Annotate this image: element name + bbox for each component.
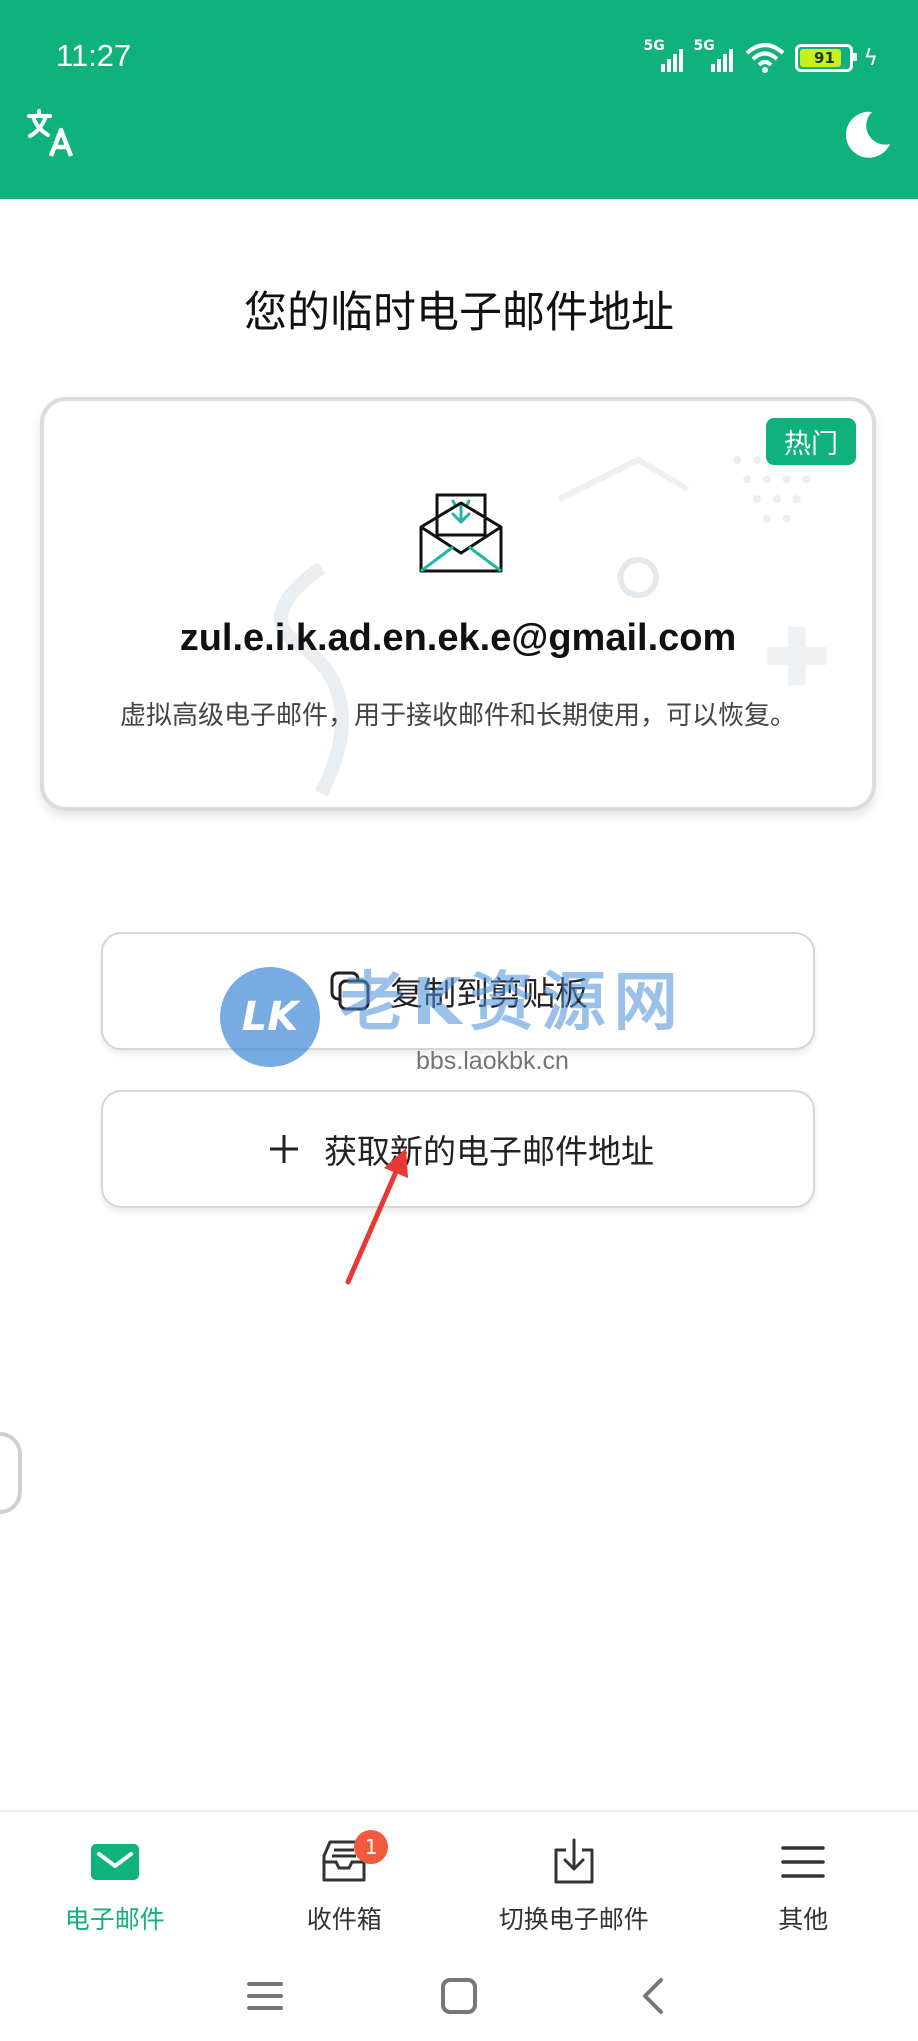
status-time: 11:27: [56, 38, 132, 73]
copy-icon: [330, 971, 370, 1011]
inbox-badge: 1: [354, 1830, 389, 1864]
battery-level: 91: [814, 49, 835, 67]
translate-icon[interactable]: [26, 108, 78, 160]
envelope-icon: [419, 493, 503, 573]
copy-button-label: 复制到剪贴板: [390, 974, 588, 1013]
nav-label: 其他: [778, 1905, 829, 1934]
nav-item-switch-email[interactable]: 切换电子邮件: [459, 1812, 689, 1952]
signal-icon: 5G: [693, 38, 735, 72]
hot-badge: 热门: [766, 418, 856, 465]
wifi-icon: [746, 43, 785, 73]
nav-item-email[interactable]: 电子邮件: [0, 1812, 230, 1952]
nav-item-inbox[interactable]: 1 收件箱: [230, 1812, 460, 1952]
mail-icon: [90, 1844, 139, 1880]
nav-label: 收件箱: [306, 1905, 382, 1934]
moon-icon[interactable]: [838, 106, 894, 162]
bottom-nav: 电子邮件 1 收件箱 切换电子邮件 其他: [0, 1810, 918, 1952]
charging-icon: ϟ: [863, 45, 878, 71]
recents-icon[interactable]: [243, 1974, 287, 2018]
download-icon: [554, 1838, 594, 1884]
page-title: 您的临时电子邮件地址: [244, 288, 674, 338]
signal-icon: 5G: [643, 38, 685, 72]
email-card: 热门 zul.e.i.k.ad.en.ek.e@gmail.com 虚拟高级电子…: [40, 397, 876, 811]
network-label: 5G: [643, 38, 665, 54]
plus-icon: [270, 1135, 298, 1163]
side-drawer-handle[interactable]: [0, 1432, 22, 1514]
battery-icon: 91: [795, 44, 858, 72]
card-background-decoration: [274, 455, 827, 797]
home-icon[interactable]: [437, 1974, 481, 2018]
nav-item-more[interactable]: 其他: [689, 1812, 918, 1952]
menu-icon: [781, 1846, 825, 1878]
network-label: 5G: [693, 38, 715, 54]
copy-button[interactable]: 复制到剪贴板: [101, 932, 815, 1050]
nav-label: 电子邮件: [64, 1905, 165, 1934]
status-icons: 5G 5G 91 ϟ: [643, 38, 878, 76]
nav-label: 切换电子邮件: [498, 1905, 649, 1934]
email-description: 虚拟高级电子邮件，用于接收邮件和长期使用，可以恢复。: [119, 701, 796, 731]
new-email-button[interactable]: 获取新的电子邮件地址: [101, 1090, 815, 1208]
email-address[interactable]: zul.e.i.k.ad.en.ek.e@gmail.com: [44, 617, 872, 660]
system-nav-bar: [0, 1950, 918, 2041]
back-icon[interactable]: [631, 1974, 675, 2018]
app-header: 11:27 5G 5G 91 ϟ: [0, 0, 918, 199]
annotation-arrow: [345, 1148, 408, 1285]
watermark-url: bbs.laokbk.cn: [416, 1047, 569, 1075]
